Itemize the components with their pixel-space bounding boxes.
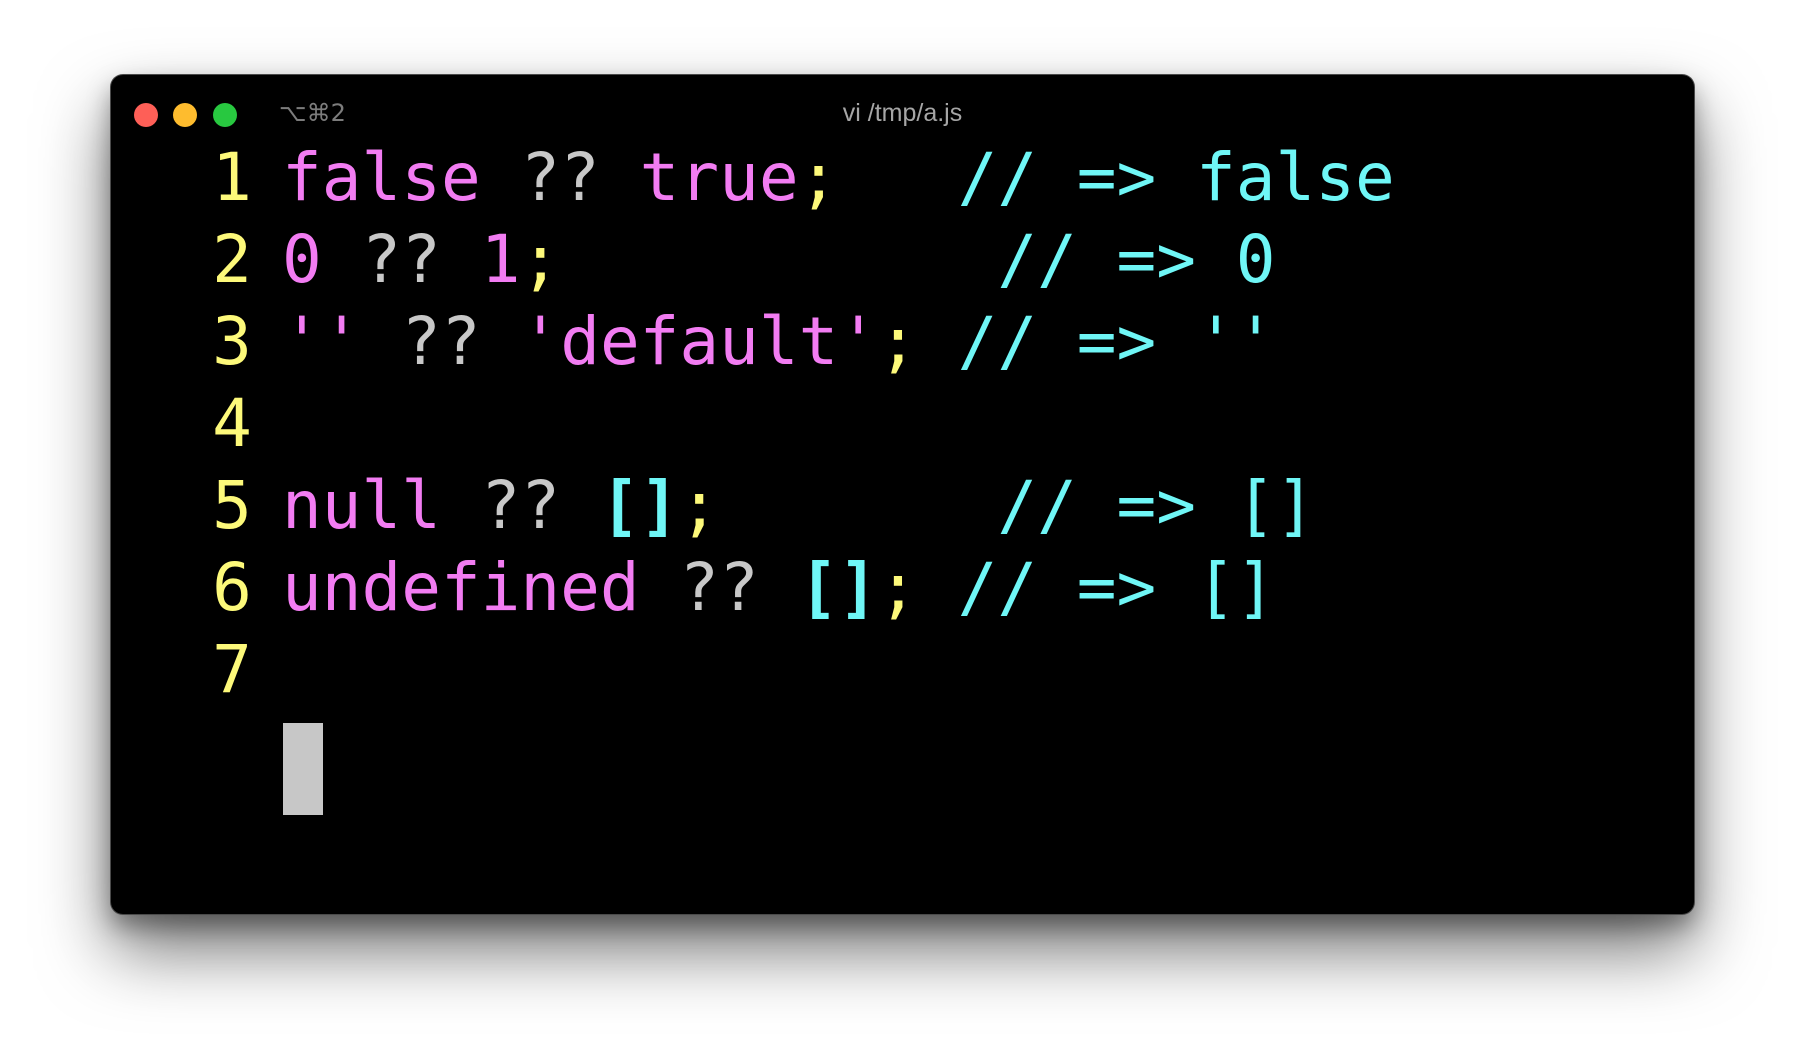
code-text: '' ?? 'default'; // => ''	[282, 295, 1275, 389]
code-token-keyword: 1	[480, 221, 521, 298]
code-token-punctuation: ;	[520, 221, 561, 298]
line-number: 2	[212, 221, 252, 298]
code-token-operator: ??	[679, 549, 759, 626]
code-token-bracket: []	[798, 549, 879, 626]
line-number: 7	[212, 631, 252, 708]
code-token-keyword: false	[282, 139, 481, 216]
terminal-window: ⌥⌘2 vi /tmp/a.js 1 false ?? true; // => f…	[111, 75, 1694, 914]
line-number: 3	[212, 303, 252, 380]
code-token-keyword: true	[639, 139, 799, 216]
code-token-comment: // => []	[997, 467, 1316, 544]
line-number: 4	[212, 385, 252, 462]
code-token-comment: // => false	[957, 139, 1395, 216]
text-cursor	[283, 723, 323, 815]
code-token-operator: ??	[480, 467, 561, 544]
code-token-operator: ??	[361, 221, 441, 298]
code-token-punctuation: ;	[679, 467, 720, 544]
code-token-keyword: undefined	[282, 549, 640, 626]
code-token-operator: ??	[520, 139, 600, 216]
line-number: 5	[212, 467, 252, 544]
code-token-punctuation: ;	[798, 139, 839, 216]
code-token-operator: ??	[401, 303, 481, 380]
code-text: undefined ?? []; // => []	[282, 541, 1275, 635]
line-number: 6	[212, 549, 252, 626]
code-token-keyword: 'default'	[520, 303, 879, 380]
code-token-punctuation: ;	[878, 549, 918, 626]
code-text: false ?? true; // => false	[282, 131, 1395, 225]
code-token-comment: // => []	[957, 549, 1276, 626]
code-token-comment: // => ''	[957, 303, 1276, 380]
code-token-keyword: ''	[282, 303, 362, 380]
code-text: null ?? []; // => []	[282, 459, 1315, 553]
code-token-comment: // => 0	[997, 221, 1276, 298]
line-number: 1	[212, 139, 252, 216]
code-token-punctuation: ;	[878, 303, 918, 380]
code-text: 0 ?? 1; // => 0	[282, 213, 1275, 307]
code-token-keyword: 0	[282, 221, 322, 298]
code-token-keyword: null	[282, 467, 441, 544]
window-title: vi /tmp/a.js	[842, 99, 963, 127]
code-token-bracket: []	[599, 467, 680, 544]
